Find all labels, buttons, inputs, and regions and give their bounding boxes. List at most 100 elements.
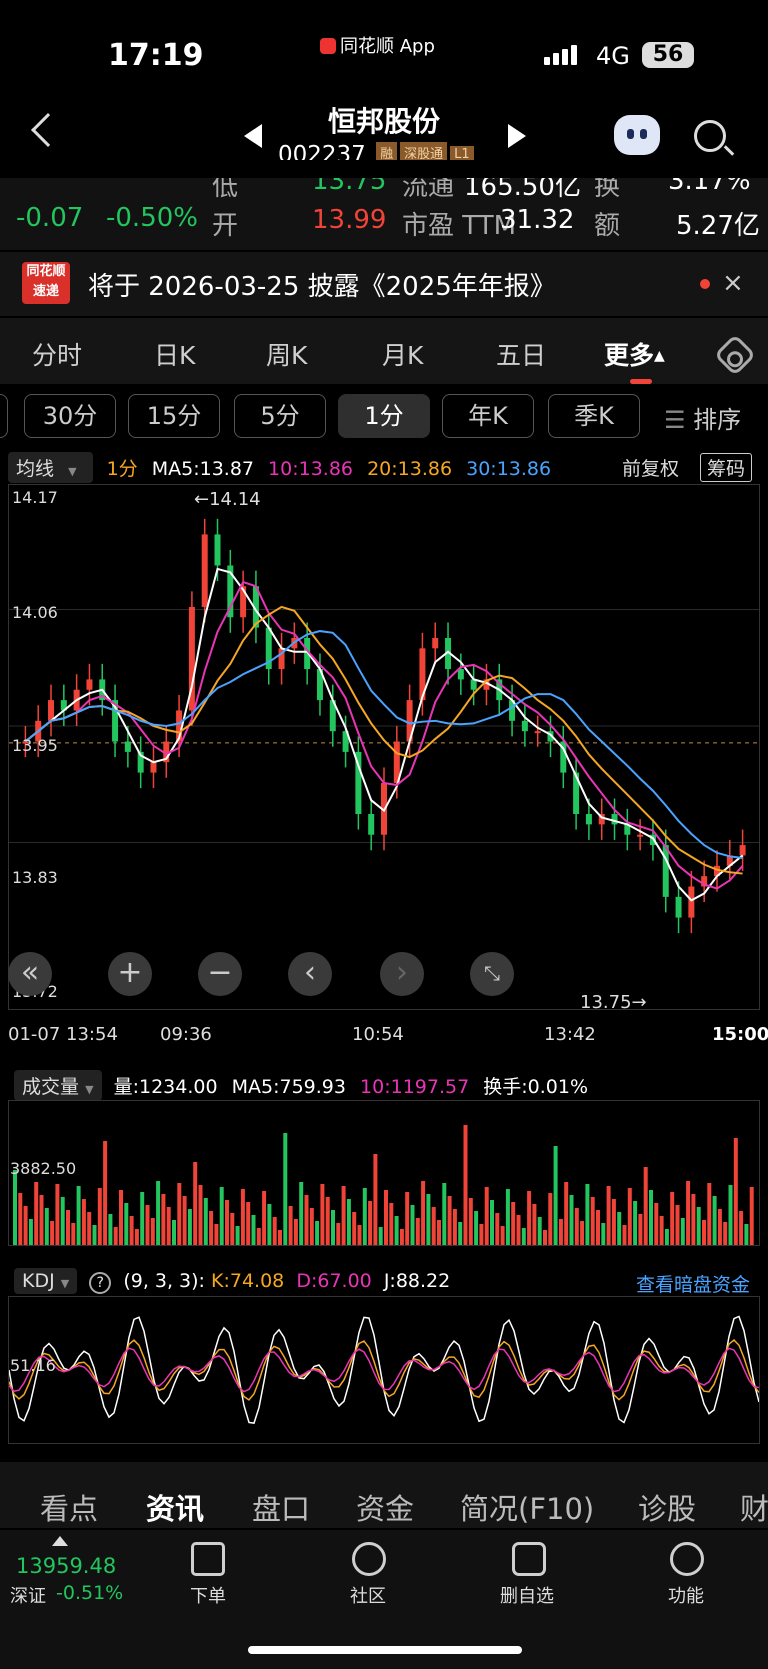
candle-body — [86, 679, 93, 690]
chip-button[interactable]: 筹码 — [700, 453, 753, 482]
adjust-label[interactable]: 前复权 — [622, 454, 679, 481]
brand-logo-icon: 同花顺 速递 — [22, 262, 70, 304]
volume-chart-panel[interactable] — [8, 1100, 760, 1246]
dropdown-icon: ▼ — [68, 465, 77, 478]
volume-bar — [707, 1183, 712, 1245]
function-button[interactable]: 功能 — [668, 1582, 704, 1608]
candle-body — [368, 814, 375, 835]
tab-orderbook[interactable]: 盘口 — [252, 1486, 310, 1528]
ai-assistant-icon[interactable] — [614, 115, 660, 155]
unread-dot-icon — [700, 279, 710, 289]
pe-label: 市盈 TTM — [402, 211, 517, 241]
tab-monthly-k[interactable]: 月K — [382, 336, 423, 372]
zoom-in-icon[interactable]: + — [108, 952, 152, 996]
ma-line-0 — [24, 567, 744, 902]
order-icon[interactable] — [191, 1542, 225, 1576]
volume-bar — [569, 1195, 574, 1245]
indicator-selector[interactable]: 均线 ▼ — [8, 452, 93, 483]
volume-bar — [638, 1214, 643, 1245]
remove-watchlist-button[interactable]: 删自选 — [500, 1582, 554, 1608]
collapse-icon[interactable]: « — [8, 952, 52, 996]
y-tick-3: 13.83 — [12, 868, 58, 887]
tab-news[interactable]: 资讯 — [146, 1486, 204, 1528]
remove-watchlist-icon[interactable] — [512, 1542, 546, 1576]
high-marker: ←14.14 — [194, 489, 261, 510]
volume-bar — [490, 1200, 494, 1245]
scroll-left-icon[interactable]: ‹ — [288, 952, 332, 996]
fullscreen-icon[interactable]: ⤡ — [470, 952, 514, 996]
order-button[interactable]: 下单 — [190, 1582, 226, 1608]
close-icon[interactable]: × — [722, 268, 744, 298]
volume-bar — [702, 1220, 706, 1245]
tab-more[interactable]: 更多▲ — [604, 336, 665, 372]
tab-weekly-k[interactable]: 周K — [266, 336, 307, 372]
network-label: 4G — [596, 42, 630, 70]
volume-bar — [256, 1228, 261, 1245]
expand-up-icon[interactable] — [52, 1536, 68, 1546]
y-tick-2: 13.95 — [12, 736, 58, 755]
volume-bar — [574, 1208, 579, 1245]
volume-bar — [119, 1190, 123, 1245]
period-tab-quarter[interactable]: 季K — [548, 394, 640, 438]
volume-bar — [357, 1225, 362, 1245]
volume-bar — [325, 1197, 330, 1245]
tab-highlights[interactable]: 看点 — [40, 1486, 98, 1528]
dropdown-icon: ▼ — [60, 1277, 70, 1290]
tab-diagnosis[interactable]: 诊股 — [638, 1486, 696, 1528]
period-tab-year[interactable]: 年K — [442, 394, 534, 438]
next-stock-icon[interactable] — [508, 124, 526, 148]
period-tab-30m[interactable]: 30分 — [24, 394, 116, 438]
kdj-selector[interactable]: KDJ ▼ — [14, 1268, 78, 1294]
kdj-chart-panel[interactable] — [8, 1296, 760, 1444]
volume-bar — [384, 1190, 388, 1245]
period-tab-1m[interactable]: 1分 — [338, 394, 430, 438]
help-icon[interactable]: ? — [89, 1272, 112, 1294]
tab-more-label: 更多 — [604, 341, 655, 370]
tab-profile[interactable]: 简况(F10) — [460, 1486, 594, 1528]
volume-bar — [686, 1181, 691, 1245]
period-tab-hidden[interactable] — [0, 394, 8, 438]
volume-bar — [262, 1191, 267, 1245]
volume-bar — [558, 1219, 563, 1245]
volume-bar — [580, 1221, 585, 1245]
menu-icon[interactable] — [670, 1542, 704, 1576]
search-icon[interactable] — [694, 120, 726, 152]
community-button[interactable]: 社区 — [350, 1582, 386, 1608]
volume-bar — [150, 1218, 155, 1245]
legend-ma10: 10:13.86 — [268, 458, 354, 480]
tab-five-day[interactable]: 五日 — [496, 336, 546, 372]
index-value[interactable]: 13959.48 — [16, 1554, 116, 1578]
period-tab-5m[interactable]: 5分 — [234, 394, 326, 438]
volume-bar — [55, 1184, 60, 1245]
sort-button[interactable]: ☰ 排序 — [664, 400, 741, 435]
community-icon[interactable] — [352, 1542, 386, 1576]
volume-bar — [405, 1192, 410, 1245]
volume-turnover: 换手:0.01% — [483, 1076, 588, 1098]
period-tab-15m[interactable]: 15分 — [128, 394, 220, 438]
amount-label: 额 — [594, 211, 621, 241]
volume-value: 量:1234.00 — [113, 1076, 218, 1098]
tab-funds[interactable]: 资金 — [356, 1486, 414, 1528]
active-tab-indicator — [630, 379, 652, 384]
volume-bar — [336, 1223, 341, 1245]
amount-value: 5.27亿 — [676, 211, 760, 241]
candle-body — [521, 720, 528, 732]
volume-bar — [124, 1203, 129, 1245]
scroll-right-icon[interactable]: › — [380, 952, 424, 996]
tab-finance[interactable]: 财 — [740, 1486, 768, 1528]
volume-bar — [474, 1211, 479, 1245]
dark-pool-link[interactable]: 查看暗盘资金 — [636, 1270, 750, 1297]
kdj-chart — [8, 1315, 760, 1424]
price-chart-panel[interactable] — [8, 484, 760, 1010]
volume-bar — [548, 1193, 553, 1245]
tab-daily-k[interactable]: 日K — [154, 336, 195, 372]
kdj-j: J:88.22 — [383, 1270, 451, 1292]
tab-intraday[interactable]: 分时 — [32, 336, 82, 372]
zoom-out-icon[interactable]: − — [198, 952, 242, 996]
volume-selector[interactable]: 成交量 ▼ — [14, 1070, 102, 1101]
announcement-text[interactable]: 将于 2026-03-25 披露《2025年年报》 — [88, 266, 556, 303]
volume-bar — [140, 1192, 145, 1245]
volume-bar — [649, 1190, 653, 1245]
volume-bar — [87, 1212, 92, 1245]
volume-bar — [516, 1215, 521, 1245]
